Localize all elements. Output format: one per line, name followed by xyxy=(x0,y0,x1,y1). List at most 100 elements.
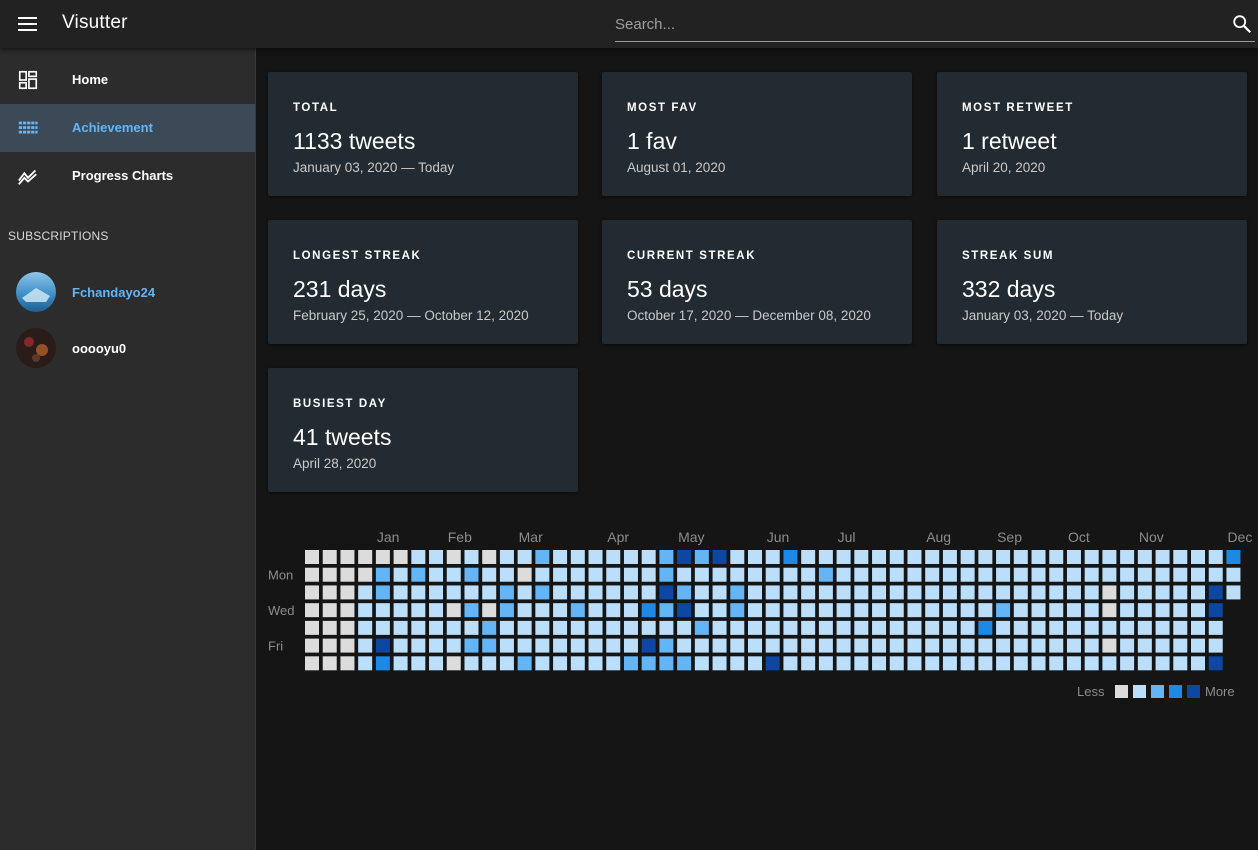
day-cell[interactable] xyxy=(1120,550,1135,564)
day-cell[interactable] xyxy=(907,603,922,618)
day-cell[interactable] xyxy=(429,567,444,582)
day-cell[interactable] xyxy=(517,567,532,582)
day-cell[interactable] xyxy=(588,567,603,582)
day-cell[interactable] xyxy=(1049,638,1064,653)
day-cell[interactable] xyxy=(1208,585,1223,600)
day-cell[interactable] xyxy=(570,656,585,671)
day-cell[interactable] xyxy=(606,620,621,635)
day-cell[interactable] xyxy=(748,585,762,600)
day-cell[interactable] xyxy=(535,550,550,564)
day-cell[interactable] xyxy=(464,603,479,618)
day-cell[interactable] xyxy=(499,567,514,582)
day-cell[interactable] xyxy=(1031,585,1046,600)
day-cell[interactable] xyxy=(1155,585,1170,600)
day-cell[interactable] xyxy=(1102,620,1117,635)
day-cell[interactable] xyxy=(375,638,390,653)
search-icon[interactable] xyxy=(1231,13,1253,35)
day-cell[interactable] xyxy=(482,638,497,653)
day-cell[interactable] xyxy=(659,656,674,671)
subscription-item[interactable]: Fchandayo24 xyxy=(0,264,255,320)
day-cell[interactable] xyxy=(854,550,869,564)
day-cell[interactable] xyxy=(765,567,780,582)
day-cell[interactable] xyxy=(1031,567,1046,582)
day-cell[interactable] xyxy=(818,620,833,635)
day-cell[interactable] xyxy=(942,603,957,618)
day-cell[interactable] xyxy=(925,585,940,600)
day-cell[interactable] xyxy=(1066,585,1081,600)
day-cell[interactable] xyxy=(322,620,337,635)
day-cell[interactable] xyxy=(393,550,408,564)
day-cell[interactable] xyxy=(765,620,780,635)
day-cell[interactable] xyxy=(836,550,851,564)
day-cell[interactable] xyxy=(358,585,373,600)
day-cell[interactable] xyxy=(1137,585,1152,600)
day-cell[interactable] xyxy=(765,656,780,671)
day-cell[interactable] xyxy=(517,620,532,635)
day-cell[interactable] xyxy=(783,550,798,564)
day-cell[interactable] xyxy=(960,656,975,671)
day-cell[interactable] xyxy=(1191,638,1205,653)
day-cell[interactable] xyxy=(446,620,461,635)
day-cell[interactable] xyxy=(712,620,727,635)
day-cell[interactable] xyxy=(872,550,887,564)
day-cell[interactable] xyxy=(960,567,975,582)
day-cell[interactable] xyxy=(712,656,727,671)
day-cell[interactable] xyxy=(1173,656,1188,671)
day-cell[interactable] xyxy=(889,567,904,582)
day-cell[interactable] xyxy=(783,567,798,582)
day-cell[interactable] xyxy=(1155,550,1170,564)
day-cell[interactable] xyxy=(730,620,745,635)
day-cell[interactable] xyxy=(588,603,603,618)
day-cell[interactable] xyxy=(553,567,568,582)
day-cell[interactable] xyxy=(517,638,532,653)
day-cell[interactable] xyxy=(464,656,479,671)
day-cell[interactable] xyxy=(553,620,568,635)
day-cell[interactable] xyxy=(1173,585,1188,600)
day-cell[interactable] xyxy=(482,567,497,582)
day-cell[interactable] xyxy=(1066,638,1081,653)
day-cell[interactable] xyxy=(393,638,408,653)
day-cell[interactable] xyxy=(499,638,514,653)
day-cell[interactable] xyxy=(623,603,638,618)
day-cell[interactable] xyxy=(783,585,798,600)
day-cell[interactable] xyxy=(393,567,408,582)
day-cell[interactable] xyxy=(801,567,816,582)
day-cell[interactable] xyxy=(641,567,656,582)
day-cell[interactable] xyxy=(517,603,532,618)
day-cell[interactable] xyxy=(801,603,816,618)
day-cell[interactable] xyxy=(482,656,497,671)
day-cell[interactable] xyxy=(659,603,674,618)
day-cell[interactable] xyxy=(305,585,319,600)
day-cell[interactable] xyxy=(1137,638,1152,653)
day-cell[interactable] xyxy=(1226,550,1241,564)
day-cell[interactable] xyxy=(446,550,461,564)
day-cell[interactable] xyxy=(1191,567,1205,582)
day-cell[interactable] xyxy=(464,638,479,653)
day-cell[interactable] xyxy=(340,550,355,564)
day-cell[interactable] xyxy=(429,620,444,635)
day-cell[interactable] xyxy=(322,585,337,600)
day-cell[interactable] xyxy=(1084,585,1099,600)
search-input[interactable] xyxy=(615,12,1215,36)
day-cell[interactable] xyxy=(783,638,798,653)
day-cell[interactable] xyxy=(1173,638,1188,653)
day-cell[interactable] xyxy=(570,638,585,653)
day-cell[interactable] xyxy=(588,550,603,564)
day-cell[interactable] xyxy=(1066,550,1081,564)
day-cell[interactable] xyxy=(1084,603,1099,618)
day-cell[interactable] xyxy=(854,585,869,600)
day-cell[interactable] xyxy=(1013,656,1028,671)
day-cell[interactable] xyxy=(960,550,975,564)
day-cell[interactable] xyxy=(482,603,497,618)
day-cell[interactable] xyxy=(801,620,816,635)
day-cell[interactable] xyxy=(730,638,745,653)
day-cell[interactable] xyxy=(659,585,674,600)
day-cell[interactable] xyxy=(1066,567,1081,582)
day-cell[interactable] xyxy=(375,567,390,582)
day-cell[interactable] xyxy=(925,638,940,653)
day-cell[interactable] xyxy=(393,603,408,618)
day-cell[interactable] xyxy=(641,603,656,618)
day-cell[interactable] xyxy=(1191,620,1205,635)
day-cell[interactable] xyxy=(535,603,550,618)
day-cell[interactable] xyxy=(836,620,851,635)
